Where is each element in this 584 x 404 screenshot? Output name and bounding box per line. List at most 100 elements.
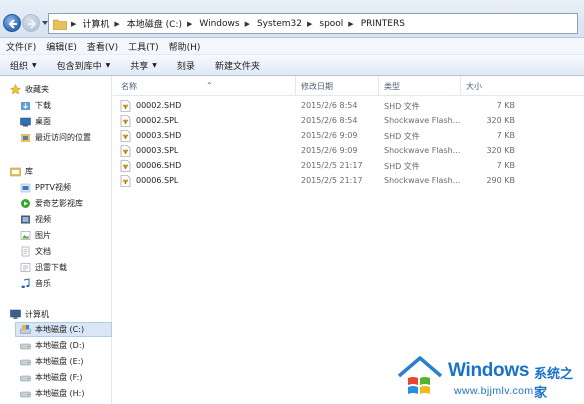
burn-button[interactable]: 刻录 [177, 59, 195, 72]
pptv-video-icon [20, 182, 31, 193]
navigation-pane: 收藏夹 下载 桌面 最近访问的位置 库 PPTV视频 爱奇艺影视库 视频 图片 … [0, 76, 112, 404]
nav-label: 收藏夹 [25, 85, 49, 94]
nav-item-drive-f[interactable]: 本地磁盘 (F:) [20, 370, 82, 385]
file-row[interactable]: ! 00006.SPL 2015/2/5 21:17 Shockwave Flash.… [113, 174, 584, 189]
nav-label: 本地磁盘 (H:) [35, 389, 85, 398]
watermark-brand-cn: 系统之家 [534, 367, 574, 401]
library-icon [10, 166, 21, 177]
breadcrumb-windows[interactable]: Windows ▶ [199, 19, 257, 29]
nav-label: 本地磁盘 (D:) [35, 341, 85, 350]
file-row[interactable]: ! 00006.SHD 2015/2/5 21:17 SHD 文件 7 KB [113, 159, 584, 174]
file-icon: ! [120, 115, 131, 127]
breadcrumb-computer[interactable]: 计算机 ▶ [82, 17, 126, 31]
file-row[interactable]: ! 00003.SPL 2015/2/6 9:09 Shockwave Flash..… [113, 144, 584, 159]
nav-item-downloads[interactable]: 下载 [20, 98, 51, 113]
nav-label: 本地磁盘 (F:) [35, 373, 83, 382]
include-label: 包含到库中 [56, 61, 102, 72]
breadcrumb-label: PRINTERS [360, 18, 405, 29]
organize-button[interactable]: 组织 ▼ [10, 59, 37, 72]
file-type: Shockwave Flash... [384, 116, 461, 125]
file-type: SHD 文件 [384, 102, 420, 111]
nav-item-iqiyi[interactable]: 爱奇艺影视库 [20, 196, 83, 211]
nav-label: PPTV视频 [35, 183, 72, 192]
nav-item-drive-d[interactable]: 本地磁盘 (D:) [20, 338, 85, 353]
menu-file[interactable]: 文件(F) [6, 40, 36, 53]
column-divider[interactable] [295, 76, 296, 96]
forward-button[interactable] [22, 14, 40, 32]
nav-item-drive-h[interactable]: 本地磁盘 (H:) [20, 386, 85, 401]
chevron-down-icon: ▼ [32, 61, 37, 69]
nav-library-header[interactable]: 库 [10, 164, 33, 179]
chevron-down-icon: ▼ [105, 61, 111, 69]
file-row[interactable]: ! 00002.SHD 2015/2/6 8:54 SHD 文件 7 KB [113, 99, 584, 114]
nav-item-pptv[interactable]: PPTV视频 [20, 180, 71, 195]
new-folder-label: 新建文件夹 [214, 61, 260, 72]
nav-item-desktop[interactable]: 桌面 [20, 114, 51, 129]
new-folder-button[interactable]: 新建文件夹 [215, 59, 260, 72]
file-size: 7 KB [496, 131, 515, 140]
svg-text:!: ! [125, 120, 126, 124]
nav-item-drive-c[interactable]: 本地磁盘 (C:) [15, 322, 112, 337]
column-divider[interactable] [378, 76, 379, 96]
file-size: 320 KB [486, 146, 515, 155]
file-type: SHD 文件 [384, 162, 420, 171]
address-path-box[interactable]: ▶ 计算机 ▶ 本地磁盘 (C:) ▶ Windows ▶ System32 ▶ spo… [48, 13, 578, 34]
star-icon [9, 83, 22, 95]
watermark: Windows 系统之家 www.bjjmlv.com [394, 351, 584, 404]
menu-edit[interactable]: 编辑(E) [46, 40, 77, 53]
drive-icon [20, 388, 31, 399]
menu-tools[interactable]: 工具(T) [128, 40, 159, 53]
column-divider[interactable] [460, 76, 461, 96]
breadcrumb-spool[interactable]: spool ▶ [319, 19, 360, 29]
file-icon: ! [120, 160, 131, 172]
file-type: Shockwave Flash... [384, 146, 461, 155]
column-header-size[interactable]: 大小 [466, 81, 482, 92]
nav-item-videos[interactable]: 视频 [20, 212, 51, 227]
nav-item-pictures[interactable]: 图片 [20, 228, 51, 243]
burn-label: 刻录 [176, 61, 195, 72]
svg-text:!: ! [125, 105, 126, 109]
file-icon: ! [120, 175, 131, 187]
column-header-type[interactable]: 类型 [384, 81, 400, 92]
folder-icon [53, 19, 67, 30]
nav-favorites-header[interactable]: 收藏夹 [9, 82, 49, 97]
back-button[interactable] [3, 14, 21, 32]
svg-text:!: ! [125, 150, 126, 154]
column-header-name[interactable]: 名称 [121, 81, 137, 92]
file-name: 00002.SHD [136, 101, 182, 110]
menu-help[interactable]: 帮助(H) [169, 40, 201, 53]
file-name: 00003.SHD [136, 131, 182, 140]
nav-label: 本地磁盘 (C:) [35, 325, 85, 334]
breadcrumb-label: Windows [199, 18, 240, 29]
breadcrumb-system32[interactable]: System32 ▶ [257, 19, 319, 29]
nav-item-recent-places[interactable]: 最近访问的位置 [20, 130, 91, 145]
nav-item-documents[interactable]: 文档 [20, 244, 51, 259]
windows-logo-house-icon [397, 356, 443, 394]
nav-item-drive-e[interactable]: 本地磁盘 (E:) [20, 354, 84, 369]
nav-computer-header[interactable]: 计算机 [10, 307, 49, 322]
breadcrumb-drive-c[interactable]: 本地磁盘 (C:) ▶ [127, 17, 200, 31]
nav-label: 本地磁盘 (E:) [35, 357, 84, 366]
nav-item-thunder-downloads[interactable]: 迅雷下载 [20, 260, 67, 275]
nav-label: 桌面 [35, 117, 51, 126]
breadcrumb-label: spool [319, 18, 344, 29]
nav-item-music[interactable]: 音乐 [20, 276, 51, 291]
include-in-library-button[interactable]: 包含到库中 ▼ [57, 59, 111, 72]
breadcrumb-printers[interactable]: PRINTERS [361, 19, 405, 29]
file-size: 7 KB [496, 161, 515, 170]
breadcrumb-root-arrow[interactable]: ▶ [71, 20, 82, 28]
nav-label: 视频 [35, 215, 51, 224]
forward-arrow-icon [28, 19, 37, 29]
nav-label: 文档 [35, 247, 51, 256]
share-button[interactable]: 共享 ▼ [130, 59, 157, 72]
download-folder-icon [20, 100, 31, 111]
column-header-date[interactable]: 修改日期 [301, 81, 333, 92]
menu-bar: 文件(F) 编辑(E) 查看(V) 工具(T) 帮助(H) [0, 38, 584, 54]
column-header-row: ⌃ 名称 修改日期 类型 大小 [113, 76, 584, 96]
file-row[interactable]: ! 00003.SHD 2015/2/6 9:09 SHD 文件 7 KB [113, 129, 584, 144]
file-date: 2015/2/5 21:17 [301, 176, 363, 185]
file-date: 2015/2/6 8:54 [301, 116, 358, 125]
menu-view[interactable]: 查看(V) [87, 40, 118, 53]
sort-indicator-icon: ⌃ [206, 81, 213, 90]
file-row[interactable]: ! 00002.SPL 2015/2/6 8:54 Shockwave Flash..… [113, 114, 584, 129]
